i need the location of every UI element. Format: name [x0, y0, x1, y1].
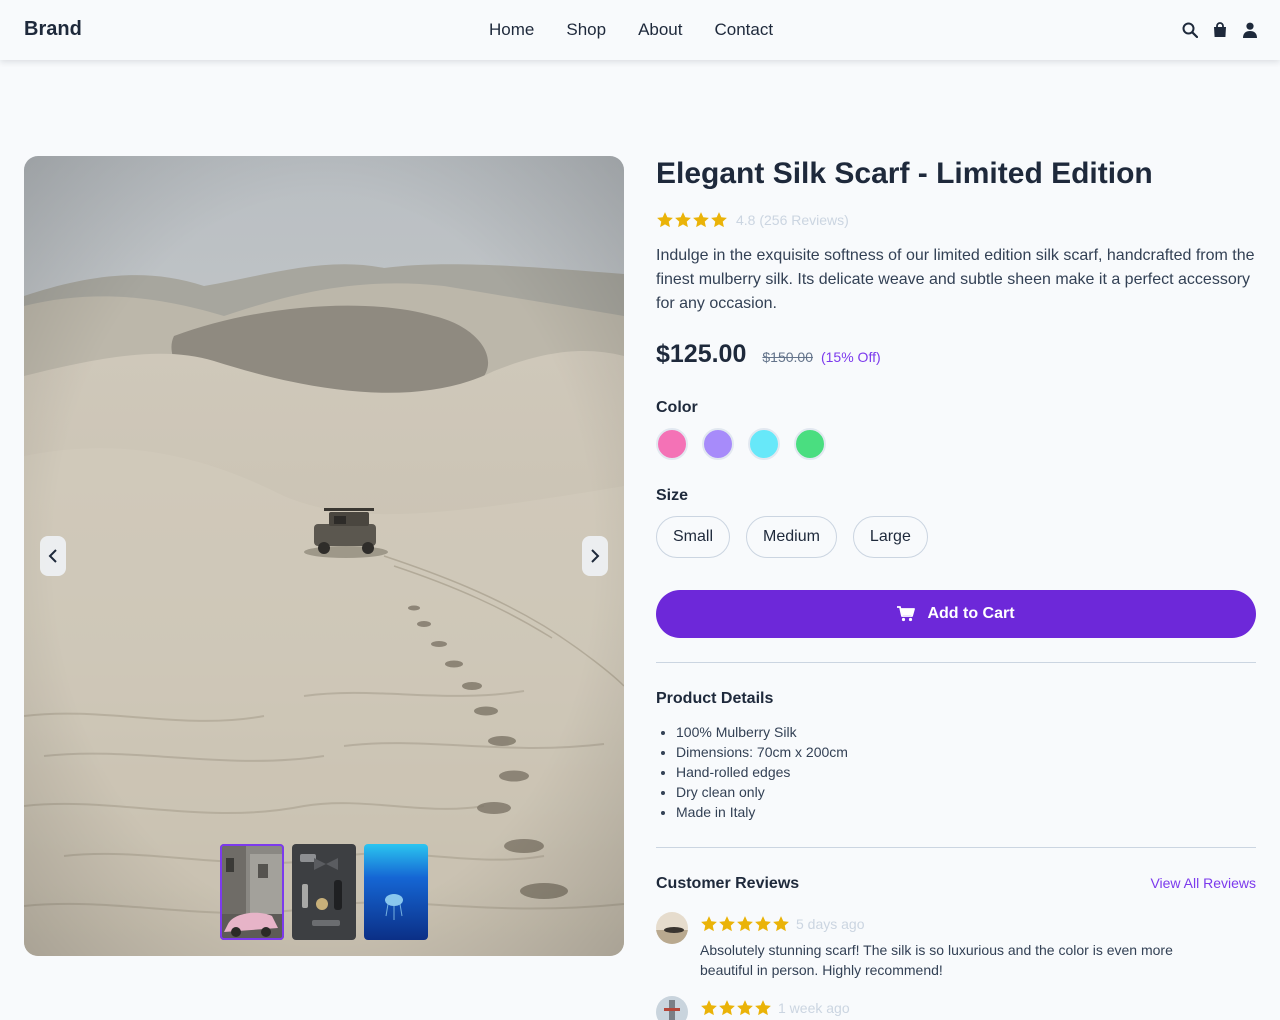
- gallery-next-button[interactable]: [582, 536, 608, 576]
- add-to-cart-label: Add to Cart: [927, 605, 1015, 622]
- current-price: $125.00: [656, 340, 747, 368]
- product-details-list: 100% Mulberry Silk Dimensions: 70cm x 20…: [676, 722, 848, 822]
- nav-about[interactable]: About: [638, 20, 682, 40]
- star-icon: [657, 212, 673, 228]
- main-nav: Home Shop About Contact: [489, 20, 773, 40]
- star-icon: [711, 212, 727, 228]
- product-description: Indulge in the exquisite softness of our…: [656, 247, 1255, 312]
- size-small-button[interactable]: Small: [656, 516, 731, 558]
- size-options: Small Medium Large: [656, 516, 928, 558]
- list-item: Dry clean only: [676, 782, 848, 802]
- review-meta: 5 days ago: [700, 914, 865, 934]
- user-icon[interactable]: [1242, 20, 1258, 40]
- product-info: Elegant Silk Scarf - Limited Edition 4.8…: [656, 156, 1256, 1020]
- size-large-button[interactable]: Large: [852, 516, 928, 558]
- discount-badge: (15% Off): [820, 349, 881, 365]
- price-row: $125.00 $150.00 (15% Off): [656, 340, 881, 369]
- avatar: [656, 912, 688, 944]
- review-text: Absolutely stunning scarf! The silk is s…: [700, 942, 1173, 978]
- brand-logo[interactable]: Brand: [24, 18, 82, 41]
- thumbnail-jellyfish[interactable]: [364, 844, 428, 940]
- nav-shop[interactable]: Shop: [566, 20, 606, 40]
- main-product-image: [24, 156, 624, 956]
- list-item: Made in Italy: [676, 802, 848, 822]
- list-item: 100% Mulberry Silk: [676, 722, 848, 742]
- divider: [656, 847, 1256, 848]
- color-swatch-cyan[interactable]: [748, 428, 780, 460]
- product-details-title: Product Details: [656, 690, 774, 707]
- view-all-reviews-link[interactable]: View All Reviews: [1150, 875, 1256, 891]
- star-icon: [755, 916, 771, 932]
- thumbnail-street[interactable]: [220, 844, 284, 940]
- star-icon: [737, 916, 753, 932]
- color-swatch-purple[interactable]: [702, 428, 734, 460]
- color-options: [656, 428, 826, 460]
- header-actions: [1182, 20, 1258, 40]
- list-item: Dimensions: 70cm x 200cm: [676, 742, 848, 762]
- add-to-cart-button[interactable]: Add to Cart: [656, 590, 1256, 638]
- review-date: 1 week ago: [778, 1000, 850, 1016]
- review-meta: 1 week ago: [700, 998, 850, 1018]
- chevron-right-icon: [591, 549, 600, 563]
- shopping-bag-icon[interactable]: [1212, 20, 1228, 40]
- star-icon: [693, 212, 709, 228]
- color-label: Color: [656, 399, 698, 416]
- product-gallery: [24, 156, 624, 956]
- search-icon[interactable]: [1182, 20, 1198, 40]
- avatar: [656, 996, 688, 1020]
- star-icon: [773, 916, 789, 932]
- rating-summary[interactable]: 4.8 (256 Reviews): [736, 212, 849, 228]
- divider: [656, 662, 1256, 663]
- size-label: Size: [656, 487, 689, 504]
- color-swatch-green[interactable]: [794, 428, 826, 460]
- list-item: Hand-rolled edges: [676, 762, 848, 782]
- star-icon: [737, 1000, 753, 1016]
- cart-icon: [897, 606, 916, 622]
- star-icon: [755, 1000, 771, 1016]
- thumbnail-strip: [220, 844, 428, 940]
- nav-home[interactable]: Home: [489, 20, 534, 40]
- customer-reviews-title: Customer Reviews: [656, 875, 800, 892]
- product-rating: 4.8 (256 Reviews): [656, 210, 849, 230]
- star-icon: [701, 1000, 717, 1016]
- chevron-left-icon: [48, 549, 57, 563]
- site-header: Brand Home Shop About Contact: [0, 0, 1280, 60]
- review-date: 5 days ago: [796, 916, 865, 932]
- color-swatch-pink[interactable]: [656, 428, 688, 460]
- star-icon: [675, 212, 691, 228]
- product-title: Elegant Silk Scarf - Limited Edition: [656, 157, 1153, 190]
- star-icon: [719, 1000, 735, 1016]
- nav-contact[interactable]: Contact: [715, 20, 774, 40]
- gallery-prev-button[interactable]: [40, 536, 66, 576]
- star-icon: [719, 916, 735, 932]
- original-price: $150.00: [762, 349, 813, 365]
- thumbnail-flatlay[interactable]: [292, 844, 356, 940]
- size-medium-button[interactable]: Medium: [746, 516, 837, 558]
- rating-stars: [656, 211, 728, 229]
- star-icon: [701, 916, 717, 932]
